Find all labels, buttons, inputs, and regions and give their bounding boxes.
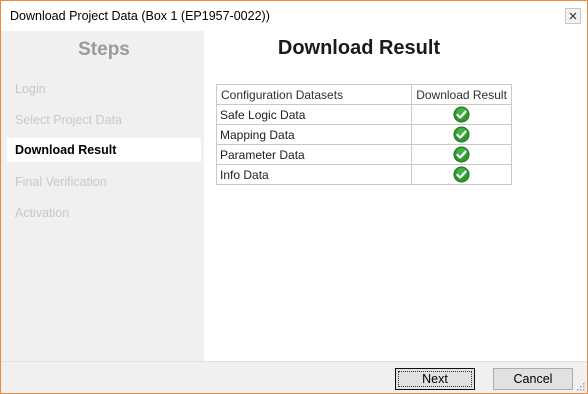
download-result-cell xyxy=(411,124,512,145)
close-button[interactable] xyxy=(565,8,581,24)
check-circle-icon xyxy=(453,146,470,163)
dataset-name: Mapping Data xyxy=(215,124,413,145)
dataset-name: Safe Logic Data xyxy=(215,104,413,125)
step-download-result: Download Result xyxy=(7,138,201,162)
dialog-window: Download Project Data (Box 1 (EP1957-002… xyxy=(0,0,588,394)
title-bar[interactable]: Download Project Data (Box 1 (EP1957-002… xyxy=(1,1,587,31)
resize-grip-icon[interactable] xyxy=(575,381,585,391)
download-result-cell xyxy=(411,164,512,185)
next-button[interactable]: Next xyxy=(395,368,475,390)
cancel-button[interactable]: Cancel xyxy=(493,368,573,390)
check-circle-icon xyxy=(453,106,470,123)
column-header-download-result[interactable]: Download Result xyxy=(411,84,512,105)
window-title: Download Project Data (Box 1 (EP1957-002… xyxy=(10,9,270,23)
cancel-button-label: Cancel xyxy=(513,372,553,386)
dataset-name: Info Data xyxy=(215,164,413,185)
main-panel: Download Result Configuration Datasets D… xyxy=(204,31,587,361)
steps-sidebar: Steps Login Select Project Data Download… xyxy=(5,31,203,361)
table-row[interactable]: Safe Logic Data xyxy=(215,104,512,125)
check-circle-icon xyxy=(453,126,470,143)
steps-heading: Steps xyxy=(78,39,130,60)
dataset-name: Parameter Data xyxy=(215,144,413,165)
table-row[interactable]: Mapping Data xyxy=(215,124,512,145)
table-row[interactable]: Info Data xyxy=(215,164,512,185)
check-circle-icon xyxy=(453,166,470,183)
table-header-row: Configuration Datasets Download Result xyxy=(215,84,512,105)
column-header-datasets[interactable]: Configuration Datasets xyxy=(215,84,413,105)
download-result-cell xyxy=(411,104,512,125)
datasets-table: Configuration Datasets Download Result S… xyxy=(215,84,512,185)
button-bar: Next Cancel xyxy=(1,361,587,393)
table-row[interactable]: Parameter Data xyxy=(215,144,512,165)
close-icon xyxy=(569,12,577,20)
step-activation: Activation xyxy=(15,206,70,220)
step-select-project-data: Select Project Data xyxy=(15,113,122,127)
step-final-verification: Final Verification xyxy=(15,175,107,189)
page-title: Download Result xyxy=(277,37,441,59)
download-result-cell xyxy=(411,144,512,165)
focus-rectangle xyxy=(398,371,472,387)
step-login: Login xyxy=(15,82,46,96)
